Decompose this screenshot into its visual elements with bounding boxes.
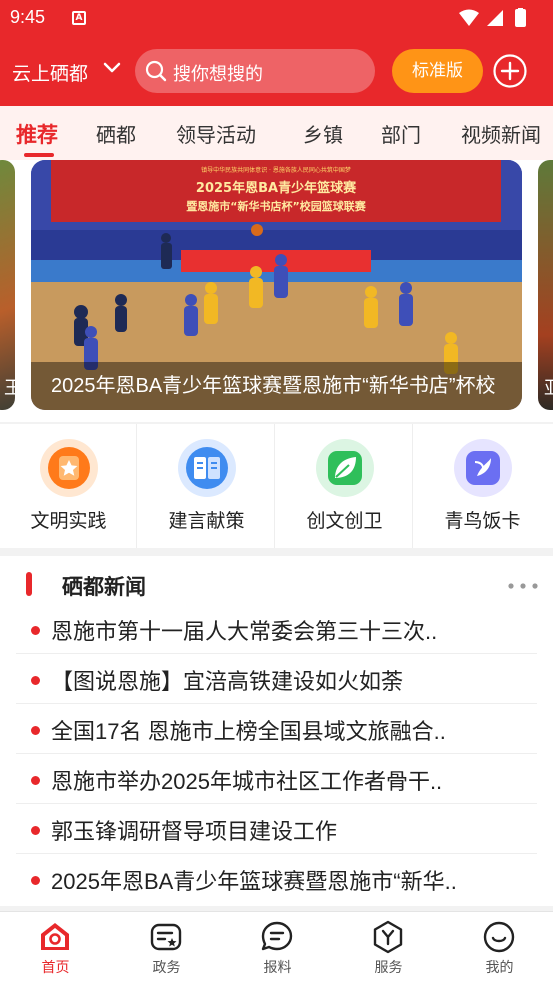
next-slide-text: 亚 [544,374,553,400]
news-item[interactable]: 全国17名 恩施市上榜全国县域文旅融合.. [16,704,537,754]
home-icon [41,923,69,950]
bottom-nav: 首页 政务 报料 服务 我的 [0,911,553,984]
news-item[interactable]: 【图说恩施】宜涪高铁建设如火如荼 [16,654,537,704]
shortcut-label: 创文创卫 [306,511,383,532]
shortcut-meal-card[interactable]: 青鸟饭卡 [414,424,551,548]
shortcut-civilization-practice[interactable]: 文明实践 [0,424,137,548]
bird-card-icon [454,439,512,497]
search-icon [145,60,167,82]
banner-photo-line3: 暨恩施市“新华书店杯”校园篮球联赛 [186,199,366,213]
section-title: 硒都新闻 [62,576,146,599]
section-accent-bar [26,572,32,596]
nav-report[interactable]: 报料 [222,912,333,984]
tab-leader-activities[interactable]: 领导活动 [176,119,256,148]
bullet-icon [31,626,40,635]
add-icon[interactable] [493,54,527,88]
banner-photo-line1: 镇导中华民族共同体意识 · 恩施各族人民同心共筑中国梦 [201,166,351,174]
news-item[interactable]: 恩施市举办2025年城市社区工作者骨干.. [16,754,537,804]
edition-button[interactable]: 标准版 [392,49,483,93]
nav-profile[interactable]: 我的 [444,912,553,984]
bullet-icon [31,876,40,885]
shortcut-civic-hygiene[interactable]: 创文创卫 [276,424,413,548]
government-icon [150,923,182,951]
news-headline: 郭玉锋调研督导项目建设工作 [51,819,338,844]
report-chat-icon [261,921,293,951]
chevron-down-icon[interactable] [103,62,121,74]
bullet-icon [31,726,40,735]
xidu-news-section: 硒都新闻 恩施市第十一届人大常委会第三十三次.. 【图说恩施】宜涪高铁建设如火如… [0,556,553,906]
tab-video-news[interactable]: 视频新闻 [461,119,541,148]
news-headline: 全国17名 恩施市上榜全国县域文旅融合.. [51,719,446,744]
notification-icon: A [72,11,86,25]
tab-recommend[interactable]: 推荐 [16,119,58,149]
city-selector[interactable]: 云上硒都 [12,59,88,86]
shortcut-label: 建言献策 [168,511,245,532]
search-placeholder: 搜你想搜的 [173,64,263,84]
star-badge-icon [40,439,98,497]
news-headline: 2025年恩BA青少年篮球赛暨恩施市“新华.. [51,869,457,894]
more-icon[interactable] [507,582,539,590]
leaf-icon [316,439,374,497]
nav-label: 服务 [374,959,403,975]
banner-slide[interactable]: 镇导中华民族共同体意识 · 恩施各族人民同心共筑中国梦 2025年恩BA青少年篮… [31,160,522,410]
shortcut-label: 青鸟饭卡 [444,511,521,532]
banner-next-slide[interactable]: 亚 [538,160,553,410]
nav-service[interactable]: 服务 [333,912,444,984]
banner-prev-slide[interactable]: 王 [0,160,22,410]
prev-slide-text: 王 [4,378,22,399]
service-icon [373,920,403,954]
bullet-icon [31,676,40,685]
channel-tabs: 推荐 硒都 领导活动 乡镇 部门 视频新闻 [0,106,553,160]
news-headline: 恩施市第十一届人大常委会第三十三次.. [51,619,438,644]
nav-label: 我的 [485,959,514,975]
banner-caption: 2025年恩BA青少年篮球赛暨恩施市“新华书店”杯校 [31,362,522,410]
profile-icon [483,921,515,953]
news-item[interactable]: 2025年恩BA青少年篮球赛暨恩施市“新华.. [16,854,537,904]
nav-label: 首页 [41,959,70,975]
tab-townships[interactable]: 乡镇 [303,119,343,148]
news-headline: 恩施市举办2025年城市社区工作者骨干.. [51,769,443,794]
tab-departments[interactable]: 部门 [381,119,421,148]
status-bar: 9:45 A [0,0,553,36]
shortcut-grid: 文明实践 建言献策 创文创卫 青鸟饭卡 [0,424,553,548]
bullet-icon [31,776,40,785]
nav-label: 报料 [263,959,292,975]
status-time: 9:45 [10,7,46,27]
app-header: 9:45 A 云上硒都 搜你想搜的 标准版 [0,0,553,106]
news-item[interactable]: 恩施市第十一届人大常委会第三十三次.. [16,604,537,654]
shortcut-suggestions[interactable]: 建言献策 [138,424,275,548]
shortcut-label: 文明实践 [30,511,107,532]
search-bar[interactable]: 搜你想搜的 [135,49,375,93]
news-item[interactable]: 郭玉锋调研督导项目建设工作 [16,804,537,854]
nav-government[interactable]: 政务 [111,912,222,984]
book-icon [178,439,236,497]
bullet-icon [31,826,40,835]
news-headline: 【图说恩施】宜涪高铁建设如火如荼 [51,669,404,694]
status-icons [459,8,526,27]
banner-photo-line2: 2025年恩BA青少年篮球赛 [196,180,357,196]
nav-home[interactable]: 首页 [0,912,111,984]
active-tab-indicator [24,153,54,157]
nav-label: 政务 [152,959,181,975]
tab-xidu[interactable]: 硒都 [96,119,136,148]
